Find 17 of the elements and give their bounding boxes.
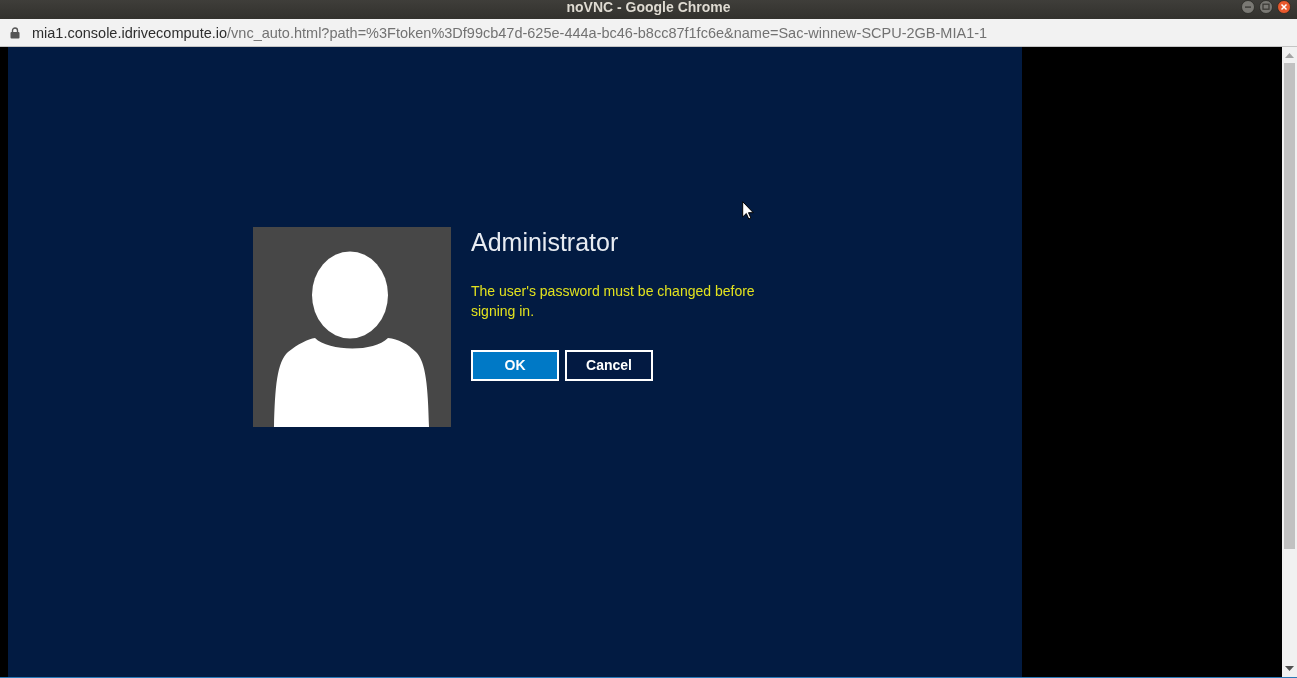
user-silhouette-icon bbox=[253, 227, 451, 427]
scroll-down-icon[interactable] bbox=[1285, 666, 1294, 671]
minimize-icon[interactable] bbox=[1241, 0, 1255, 14]
close-icon[interactable] bbox=[1277, 0, 1291, 14]
scrollbar-thumb[interactable] bbox=[1284, 63, 1295, 549]
url-text: mia1.console.idrivecompute.io/vnc_auto.html?path=%3Ftoken%3Df99cb47d-625e-444a-bc46-b8cc87f1fc6e&name=Sac-winnew-SCPU-2GB-MIA1-1 bbox=[32, 23, 988, 42]
remote-desktop-screen[interactable]: Administrator The user's password must be changed before signing in. OK Cancel bbox=[8, 47, 1022, 677]
lock-icon bbox=[10, 26, 20, 39]
window-title: noVNC - Google Chrome bbox=[566, 0, 731, 14]
vertical-scrollbar[interactable] bbox=[1282, 47, 1297, 677]
user-name: Administrator bbox=[471, 227, 620, 257]
cancel-button[interactable]: Cancel bbox=[565, 350, 653, 381]
address-bar[interactable]: mia1.console.idrivecompute.io/vnc_auto.html?path=%3Ftoken%3Df99cb47d-625e-444a-bc46-b8cc87f1fc6e&name=Sac-winnew-SCPU-2GB-MIA1-1 bbox=[0, 19, 1297, 47]
ok-button[interactable]: OK bbox=[471, 350, 559, 381]
password-message: The user's password must be changed before signing in. bbox=[471, 282, 756, 321]
scroll-up-icon[interactable] bbox=[1285, 53, 1294, 58]
mouse-pointer-icon bbox=[742, 201, 754, 220]
